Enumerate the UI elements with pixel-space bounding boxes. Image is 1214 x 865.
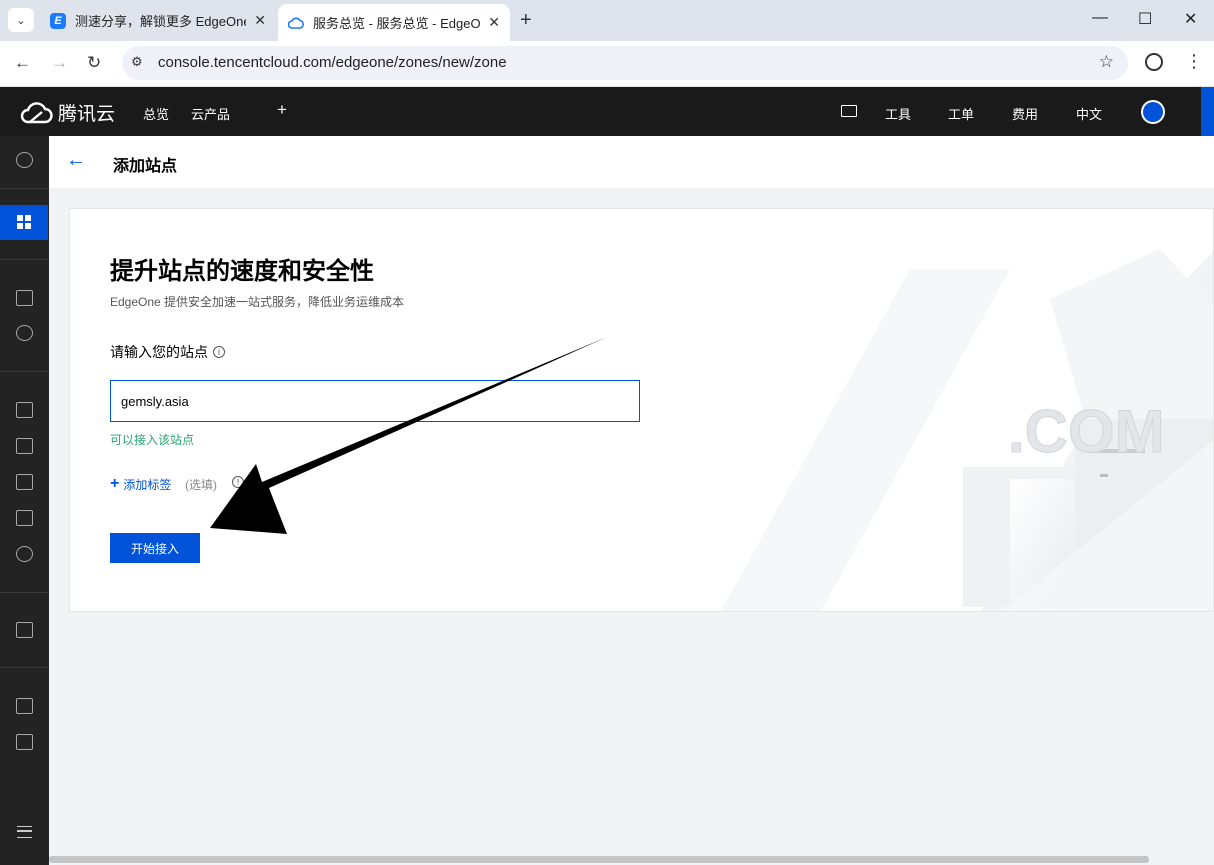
- site-domain-input[interactable]: [110, 380, 640, 422]
- site-monitor-icon[interactable]: [16, 402, 33, 418]
- chart-monitor-icon[interactable]: [16, 290, 33, 306]
- new-tab-button[interactable]: +: [520, 9, 532, 32]
- nav-tickets[interactable]: 工单: [948, 104, 974, 123]
- download-icon[interactable]: [16, 438, 33, 454]
- page-title: 添加站点: [113, 158, 178, 175]
- info-icon[interactable]: i: [213, 346, 225, 358]
- maximize-icon[interactable]: ☐: [1138, 9, 1152, 29]
- chevron-down-icon: ⌄: [16, 14, 26, 27]
- profile-icon[interactable]: [1145, 53, 1163, 71]
- forward-icon[interactable]: →: [51, 53, 68, 73]
- url-text[interactable]: console.tencentcloud.com/edgeone/zones/n…: [158, 54, 507, 71]
- add-tag-label: 添加标签: [123, 477, 172, 492]
- tab-title: 测速分享，解锁更多 EdgeOne: [75, 14, 247, 29]
- back-arrow-icon[interactable]: ←: [66, 149, 86, 172]
- close-icon[interactable]: ✕: [488, 14, 500, 31]
- cloud-icon: [288, 15, 304, 31]
- validation-success-message: 可以接入该站点: [110, 433, 195, 447]
- site-field-label: 请输入您的站点 i: [110, 342, 225, 362]
- sidebar-divider: [0, 371, 49, 372]
- certificate-icon[interactable]: [16, 622, 33, 638]
- browser-tab-edgeone-share[interactable]: E 测速分享，解锁更多 EdgeOne ✕: [40, 4, 276, 37]
- plus-icon: +: [110, 475, 120, 492]
- bookmark-star-icon[interactable]: ☆: [1099, 52, 1114, 72]
- add-tag-button[interactable]: + 添加标签: [110, 475, 171, 493]
- tencent-cloud-icon: [20, 101, 53, 123]
- ip-icon[interactable]: [16, 510, 33, 526]
- console-header: 腾讯云 总览 云产品 + 工具 工单 费用 中文: [0, 87, 1214, 136]
- hero-title: 提升站点的速度和安全性: [110, 258, 374, 285]
- browser-toolbar: ← → ↻ ⚙ console.tencentcloud.com/edgeone…: [0, 41, 1214, 87]
- nav-tools[interactable]: 工具: [885, 104, 911, 123]
- tab-title: 服务总览 - 服务总览 - EdgeOne: [313, 16, 481, 31]
- sidebar-divider: [0, 188, 49, 189]
- address-bar[interactable]: ⚙ console.tencentcloud.com/edgeone/zones…: [122, 46, 1128, 80]
- function-icon[interactable]: [16, 698, 33, 714]
- shield-logo-icon[interactable]: [16, 152, 33, 168]
- user-icon: [1143, 102, 1163, 122]
- page-header: ← 添加站点: [49, 136, 1214, 188]
- security-shield-icon[interactable]: [16, 325, 33, 341]
- tab-search-button[interactable]: ⌄: [8, 8, 34, 32]
- back-icon[interactable]: ←: [14, 53, 31, 73]
- start-onboarding-button[interactable]: 开始接入: [110, 533, 200, 563]
- deco-com-text: .COM: [1008, 398, 1165, 465]
- browser-tab-strip: ⌄ E 测速分享，解锁更多 EdgeOne ✕ 服务总览 - 服务总览 - Ed…: [0, 0, 1214, 41]
- close-icon[interactable]: ✕: [254, 12, 266, 29]
- add-shortcut-icon[interactable]: +: [277, 100, 287, 120]
- user-avatar[interactable]: [1141, 100, 1165, 124]
- collapse-menu-icon[interactable]: [17, 826, 32, 838]
- dashboard-grid-icon: [17, 215, 31, 229]
- tag-info-icon[interactable]: !: [232, 476, 244, 488]
- sidebar-divider: [0, 592, 49, 593]
- mail-icon[interactable]: [841, 105, 857, 117]
- reload-icon[interactable]: ↻: [87, 53, 101, 73]
- hero-subtitle: EdgeOne 提供安全加速一站式服务，降低业务运维成本: [110, 295, 405, 309]
- decorative-com-illustration: .COM: [721, 249, 1213, 611]
- sidebar-divider: [0, 259, 49, 260]
- nav-billing[interactable]: 费用: [1012, 104, 1038, 123]
- nav-overview[interactable]: 总览: [143, 104, 169, 123]
- optional-hint: (选填): [185, 478, 217, 492]
- server-stack-icon[interactable]: [16, 474, 33, 490]
- nav-products[interactable]: 云产品: [191, 104, 230, 123]
- brand-name: 腾讯云: [58, 104, 116, 125]
- search-icon[interactable]: [16, 546, 33, 562]
- site-label-text: 请输入您的站点: [110, 344, 208, 360]
- horizontal-scrollbar[interactable]: [49, 856, 1149, 863]
- site-settings-icon[interactable]: ⚙: [131, 54, 143, 70]
- add-site-card: .COM 提升站点的速度和安全性 EdgeOne 提供安全加速一站式服务，降低业…: [69, 208, 1214, 612]
- tencent-cloud-logo[interactable]: 腾讯云: [20, 99, 115, 126]
- sidebar-item-overview[interactable]: [0, 205, 48, 240]
- image-icon[interactable]: [16, 734, 33, 750]
- browser-tab-overview[interactable]: 服务总览 - 服务总览 - EdgeOne ✕: [278, 4, 510, 41]
- more-menu-icon[interactable]: ⋮: [1185, 51, 1203, 72]
- minimize-icon[interactable]: —: [1092, 9, 1108, 27]
- nav-language[interactable]: 中文: [1076, 104, 1102, 123]
- edgeone-icon: E: [50, 12, 66, 29]
- header-accent-strip: [1201, 87, 1214, 136]
- sidebar-divider: [0, 667, 49, 668]
- window-close-icon[interactable]: ✕: [1184, 9, 1197, 29]
- left-sidebar: [0, 136, 49, 865]
